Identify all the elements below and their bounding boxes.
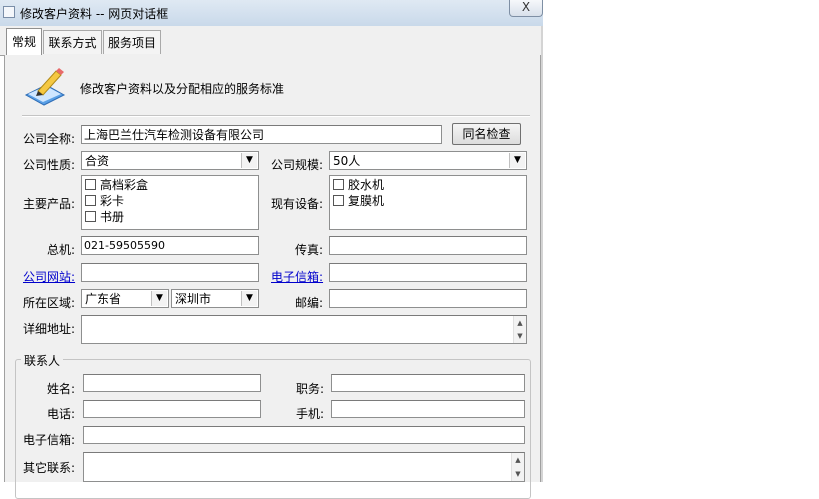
scroll-down-icon[interactable]: ▼ bbox=[512, 468, 524, 480]
header-description: 修改客户资料以及分配相应的服务标准 bbox=[80, 82, 285, 96]
edit-pencil-notebook-icon bbox=[24, 67, 68, 109]
checkbox[interactable] bbox=[85, 211, 96, 222]
contact-group-label: 联系人 bbox=[21, 352, 64, 369]
scroll-up-icon[interactable]: ▲ bbox=[512, 454, 524, 466]
tab-general[interactable]: 常规 bbox=[6, 28, 42, 56]
company-size-select[interactable]: 50人 ▼ bbox=[329, 151, 527, 170]
phone-label: 总机: bbox=[46, 243, 75, 257]
main-products-label: 主要产品: bbox=[23, 197, 76, 211]
checkbox[interactable] bbox=[85, 195, 96, 206]
checkbox[interactable] bbox=[85, 179, 96, 190]
chevron-down-icon[interactable]: ▼ bbox=[151, 291, 167, 306]
contact-name-input[interactable] bbox=[83, 374, 261, 392]
chevron-down-icon[interactable]: ▼ bbox=[509, 153, 525, 168]
tab-service-items[interactable]: 服务项目 bbox=[103, 30, 161, 54]
postcode-input[interactable] bbox=[329, 289, 527, 308]
list-item[interactable]: 复膜机 bbox=[333, 193, 523, 209]
close-button[interactable]: X bbox=[509, 0, 543, 17]
email-link[interactable]: 电子信箱: bbox=[271, 268, 323, 285]
website-link[interactable]: 公司网站: bbox=[23, 268, 75, 285]
checkbox[interactable] bbox=[333, 179, 344, 190]
company-type-value: 合资 bbox=[85, 154, 110, 168]
list-item[interactable]: 胶水机 bbox=[333, 177, 523, 193]
website-input[interactable] bbox=[81, 263, 259, 282]
contact-tel-label: 电话: bbox=[46, 407, 75, 421]
tab-strip: 常规 联系方式 服务项目 bbox=[0, 26, 543, 56]
list-item[interactable]: 彩卡 bbox=[85, 193, 255, 209]
list-item-label: 彩卡 bbox=[100, 194, 125, 208]
checkbox[interactable] bbox=[333, 195, 344, 206]
contact-title-label: 职务: bbox=[295, 382, 324, 396]
list-item-label: 书册 bbox=[100, 210, 125, 224]
list-item-label: 胶水机 bbox=[348, 178, 385, 192]
list-item-label: 复膜机 bbox=[348, 194, 385, 208]
list-item[interactable]: 高档彩盒 bbox=[85, 177, 255, 193]
contact-email-label: 电子信箱: bbox=[23, 433, 76, 447]
contact-title-input[interactable] bbox=[331, 374, 525, 392]
company-type-select[interactable]: 合资 ▼ bbox=[81, 151, 259, 170]
tab-contact-methods[interactable]: 联系方式 bbox=[43, 30, 102, 54]
equipment-list[interactable]: 胶水机 复膜机 bbox=[329, 175, 527, 230]
window-title: 修改客户资料 -- 网页对话框 bbox=[20, 7, 169, 21]
contact-name-label: 姓名: bbox=[46, 382, 75, 396]
contact-tel-input[interactable] bbox=[83, 400, 261, 418]
company-type-label: 公司性质: bbox=[23, 158, 76, 172]
company-size-value: 50人 bbox=[333, 154, 361, 168]
address-textarea[interactable]: ▲ ▼ bbox=[81, 315, 527, 344]
email-input[interactable] bbox=[329, 263, 527, 282]
window-icon bbox=[3, 6, 15, 18]
fax-label: 传真: bbox=[294, 243, 323, 257]
company-size-label: 公司规模: bbox=[271, 158, 324, 172]
phone-input[interactable]: 021-59505590 bbox=[81, 236, 259, 255]
window-border bbox=[541, 26, 543, 482]
main-products-list[interactable]: 高档彩盒 彩卡 书册 bbox=[81, 175, 259, 230]
postcode-label: 邮编: bbox=[294, 296, 323, 310]
scroll-down-icon[interactable]: ▼ bbox=[514, 330, 526, 342]
scrollbar[interactable]: ▲ ▼ bbox=[511, 453, 524, 481]
city-select[interactable]: 深圳市 ▼ bbox=[171, 289, 259, 308]
equipment-label: 现有设备: bbox=[271, 197, 324, 211]
contact-email-input[interactable] bbox=[83, 426, 525, 444]
contact-mobile-input[interactable] bbox=[331, 400, 525, 418]
chevron-down-icon[interactable]: ▼ bbox=[241, 291, 257, 306]
check-name-button[interactable]: 同名检查 bbox=[452, 123, 521, 145]
scroll-up-icon[interactable]: ▲ bbox=[514, 317, 526, 329]
company-name-input[interactable]: 上海巴兰仕汽车检测设备有限公司 bbox=[81, 125, 442, 144]
list-item-label: 高档彩盒 bbox=[100, 178, 149, 192]
list-item[interactable]: 书册 bbox=[85, 209, 255, 225]
contact-mobile-label: 手机: bbox=[295, 407, 324, 421]
contact-other-label: 其它联系: bbox=[23, 461, 76, 475]
address-label: 详细地址: bbox=[23, 322, 76, 336]
city-value: 深圳市 bbox=[175, 292, 212, 306]
contact-other-textarea[interactable]: ▲ ▼ bbox=[83, 452, 525, 482]
header-separator bbox=[22, 115, 530, 117]
chevron-down-icon[interactable]: ▼ bbox=[241, 153, 257, 168]
scrollbar[interactable]: ▲ ▼ bbox=[513, 316, 526, 343]
company-name-label: 公司全称: bbox=[23, 132, 76, 146]
province-select[interactable]: 广东省 ▼ bbox=[81, 289, 169, 308]
fax-input[interactable] bbox=[329, 236, 527, 255]
province-value: 广东省 bbox=[85, 292, 122, 306]
region-label: 所在区域: bbox=[23, 296, 76, 310]
